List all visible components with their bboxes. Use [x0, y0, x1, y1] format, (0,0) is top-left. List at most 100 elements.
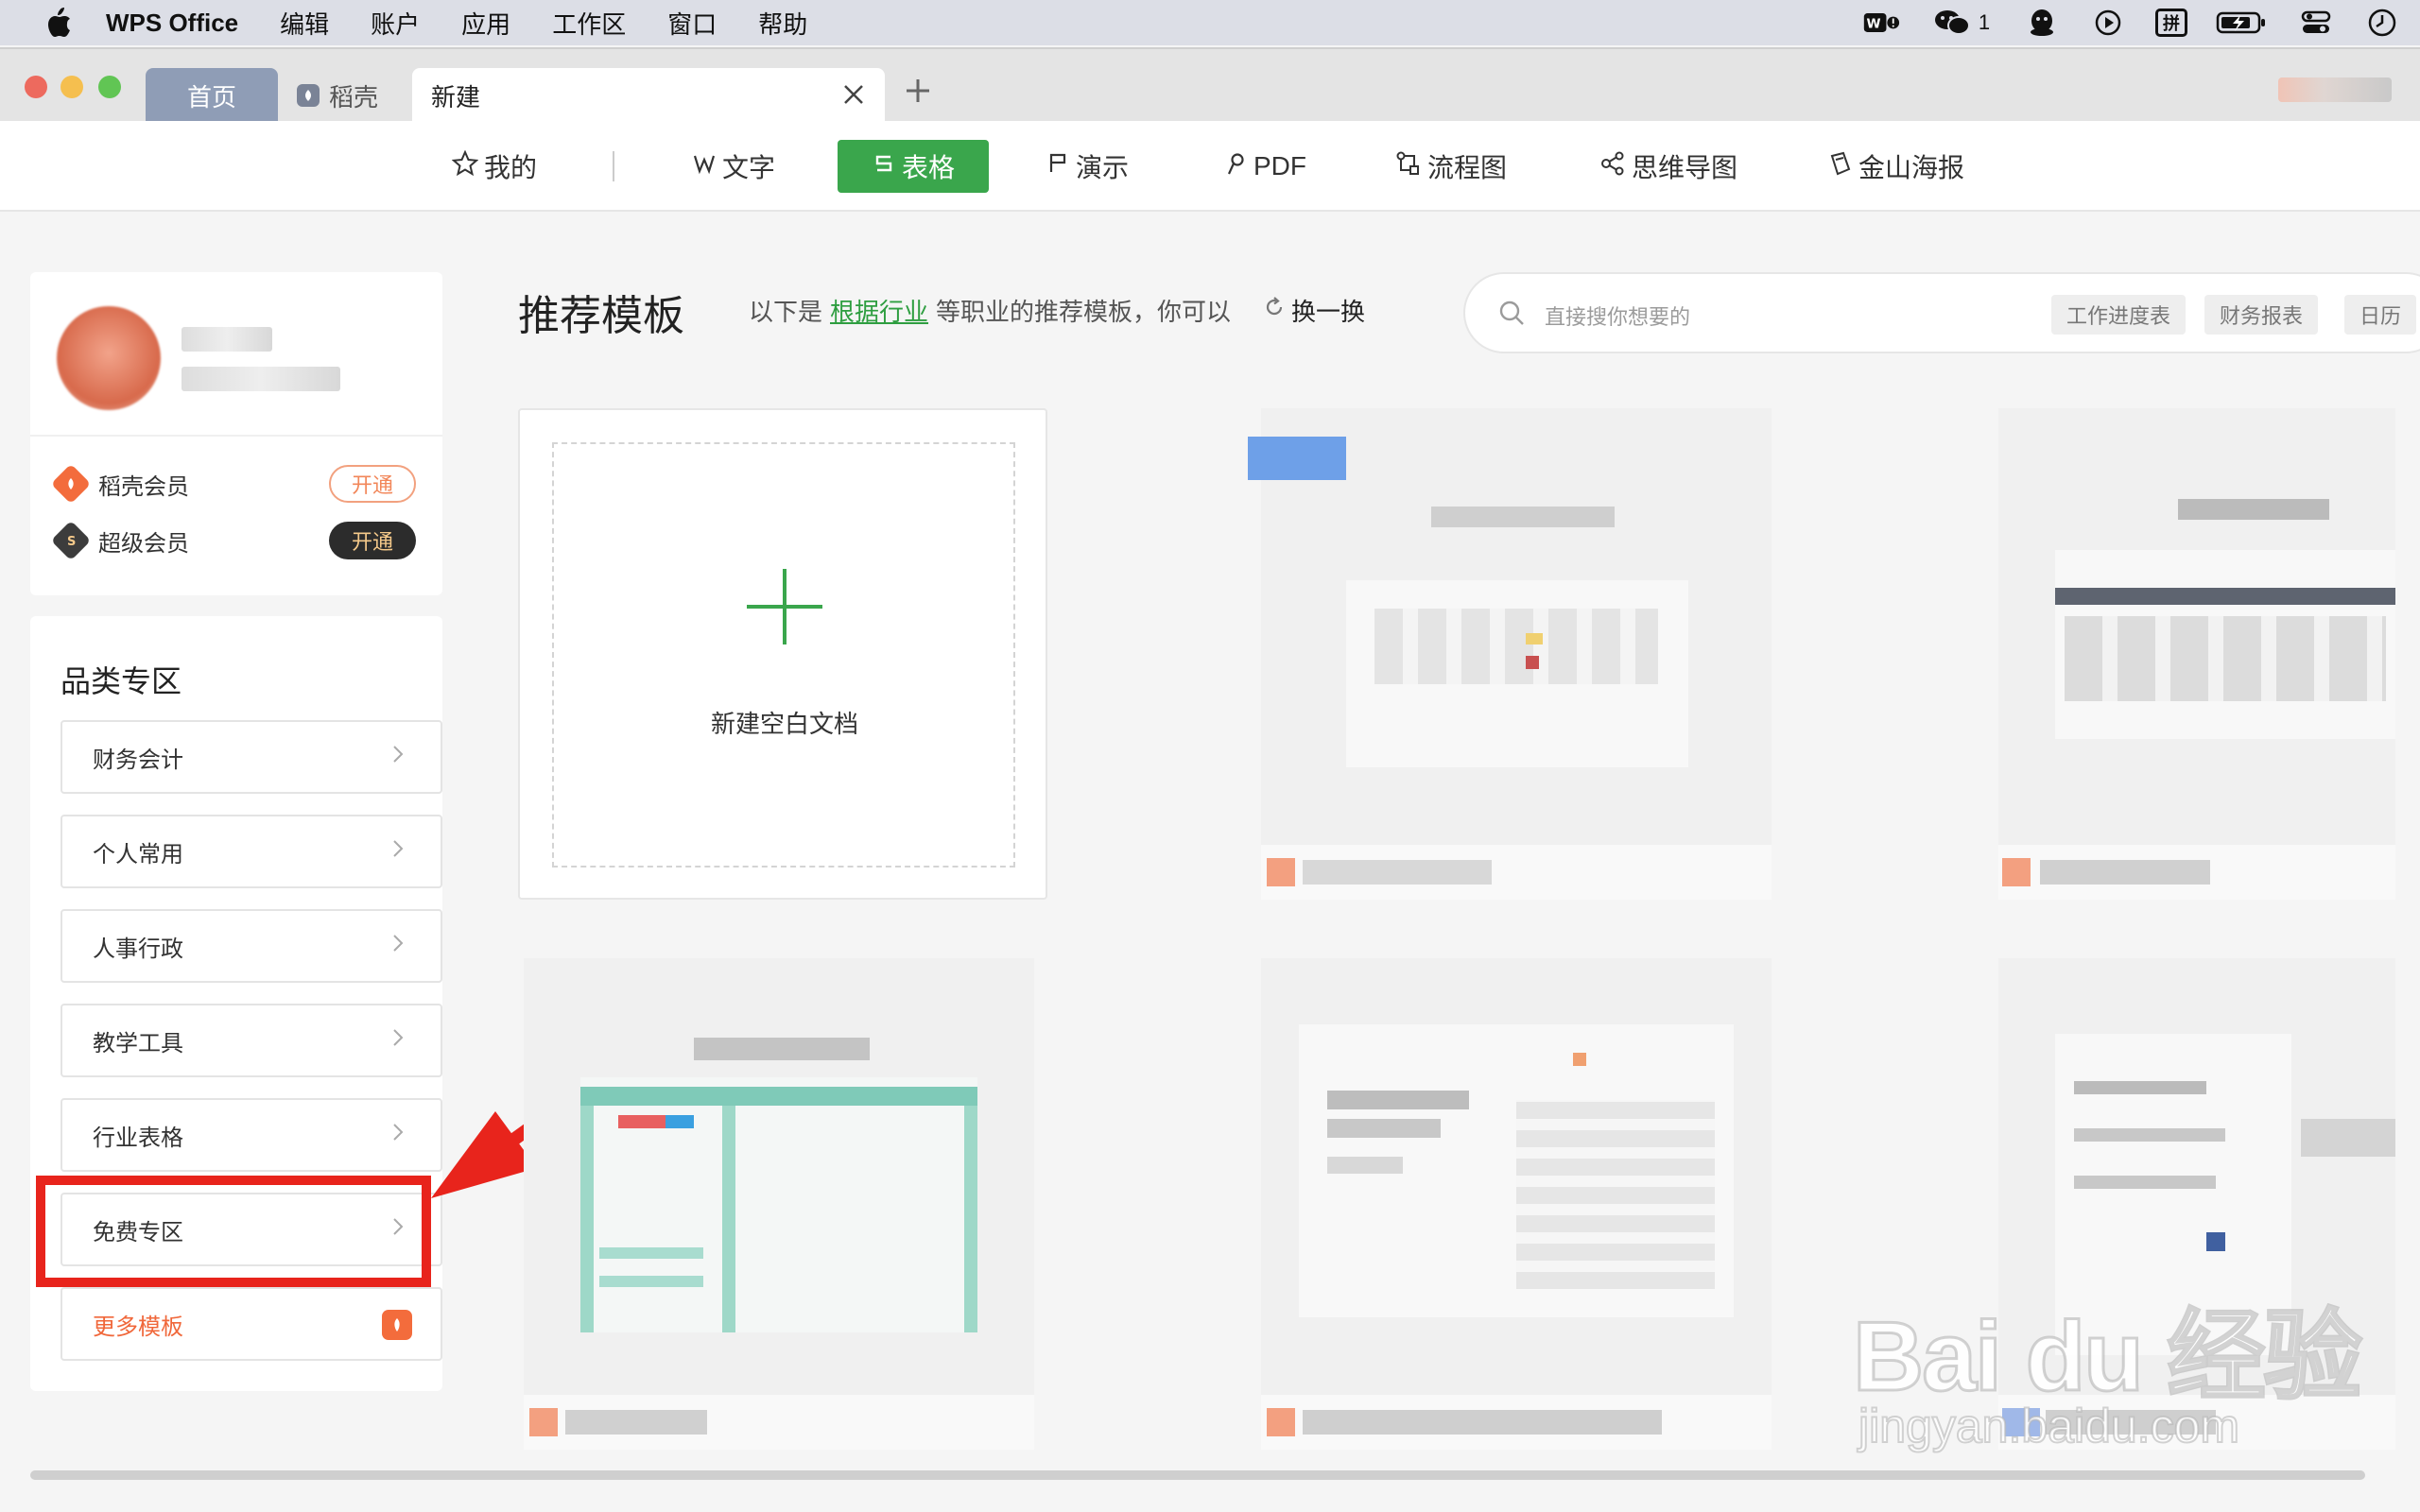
- super-member-row: S 超级会员 开通: [50, 520, 416, 561]
- sheet-icon: [872, 151, 896, 182]
- template-title-blurred: [2178, 499, 2329, 520]
- battery-icon[interactable]: [2216, 8, 2269, 38]
- category-industry[interactable]: 行业表格: [60, 1098, 442, 1172]
- profile-divider: [30, 435, 442, 437]
- tab-home[interactable]: 首页: [146, 68, 278, 123]
- template-title-blurred: [694, 1038, 870, 1060]
- category-label: 人事行政: [93, 936, 183, 962]
- svg-text:S: S: [67, 535, 76, 548]
- menu-workspace[interactable]: 工作区: [552, 6, 626, 41]
- wechat-icon[interactable]: 1: [1928, 8, 1995, 38]
- tab-daoke[interactable]: 稻壳: [284, 68, 405, 123]
- template-footer: [524, 1395, 1034, 1450]
- window-minimize-button[interactable]: [60, 76, 83, 98]
- menu-window[interactable]: 窗口: [667, 6, 717, 41]
- menu-help[interactable]: 帮助: [758, 6, 807, 41]
- tab-new-label: 新建: [431, 82, 481, 112]
- username-blurred: [182, 327, 272, 352]
- clock-icon[interactable]: [2363, 8, 2401, 38]
- input-method-icon[interactable]: 拼: [2155, 9, 2187, 37]
- nav-sheet-label: 表格: [902, 153, 956, 182]
- plus-icon: [747, 569, 822, 644]
- wechat-count: 1: [1978, 10, 1991, 34]
- window-zoom-button[interactable]: [98, 76, 121, 98]
- template-footer: [1261, 1395, 1772, 1450]
- daoke-member-row: 稻壳会员 开通: [50, 463, 416, 505]
- category-teaching[interactable]: 教学工具: [60, 1004, 442, 1077]
- search-input[interactable]: 直接搜你想要的: [1545, 301, 1690, 331]
- template-search[interactable]: 直接搜你想要的 工作进度表 财务报表 日历: [1463, 272, 2420, 353]
- watermark-brand: Bai du 经验: [1852, 1301, 2364, 1414]
- nav-slides-label: 演示: [1076, 153, 1130, 182]
- wps-status-icon[interactable]: W: [1862, 8, 1900, 38]
- nav-word[interactable]: 文字: [692, 140, 775, 193]
- svg-text:W: W: [1867, 16, 1881, 31]
- highlight-box-annotation: [36, 1176, 431, 1287]
- category-finance[interactable]: 财务会计: [60, 720, 442, 794]
- nav-flowchart[interactable]: 流程图: [1395, 140, 1507, 193]
- avatar[interactable]: [57, 306, 161, 410]
- search-tag-progress[interactable]: 工作进度表: [2051, 295, 2187, 335]
- daoke-icon: [297, 84, 320, 107]
- category-label: 个人常用: [93, 841, 183, 868]
- category-title: 品类专区: [60, 664, 182, 698]
- apple-icon[interactable]: [38, 2, 79, 43]
- app-name-menu[interactable]: WPS Office: [106, 9, 238, 38]
- template-card[interactable]: [524, 958, 1034, 1450]
- new-blank-document-card[interactable]: 新建空白文档: [518, 408, 1047, 900]
- daoke-member-icon: [50, 463, 92, 505]
- chevron-right-icon: [391, 932, 405, 961]
- nav-slides[interactable]: 演示: [1046, 140, 1129, 193]
- nav-divider: [613, 151, 614, 181]
- template-title-blurred: [1431, 507, 1615, 527]
- window-close-button[interactable]: [25, 76, 47, 98]
- add-tab-icon[interactable]: [904, 74, 932, 114]
- template-card[interactable]: [1248, 408, 1772, 900]
- more-templates-button[interactable]: 更多模板: [60, 1287, 442, 1361]
- menu-edit[interactable]: 编辑: [280, 6, 329, 41]
- close-tab-icon[interactable]: [839, 81, 868, 110]
- chevron-right-icon: [391, 1026, 405, 1056]
- daoke-member-open-button[interactable]: 开通: [329, 465, 416, 503]
- menu-apps[interactable]: 应用: [461, 6, 510, 41]
- template-preview: [1346, 580, 1688, 767]
- dashed-frame: [552, 442, 1015, 868]
- search-tag-finance[interactable]: 财务报表: [2204, 295, 2319, 335]
- template-card[interactable]: [1998, 408, 2395, 900]
- window-tab-bar: 首页 稻壳 新建: [0, 47, 2420, 123]
- template-card[interactable]: [1261, 958, 1772, 1450]
- profile-panel: 稻壳会员 开通 S 超级会员 开通: [30, 272, 442, 595]
- nav-poster[interactable]: 金山海报: [1826, 140, 1964, 193]
- recommend-subtitle: 以下是 根据行业 等职业的推荐模板，你可以 换一换: [749, 293, 1365, 328]
- refresh-icon: [1263, 296, 1286, 325]
- control-center-icon[interactable]: [2297, 8, 2335, 38]
- pdf-icon: [1223, 151, 1248, 182]
- daoke-badge-icon: [382, 1310, 412, 1340]
- industry-link[interactable]: 根据行业: [830, 293, 928, 328]
- super-member-label: 超级会员: [98, 530, 189, 557]
- category-personal[interactable]: 个人常用: [60, 815, 442, 888]
- template-preview: [580, 1077, 977, 1332]
- super-member-open-button[interactable]: 开通: [329, 522, 416, 559]
- poster-icon: [1826, 150, 1853, 183]
- nav-pdf-label: PDF: [1253, 151, 1306, 180]
- watermark-url: jingyan.baidu.com: [1858, 1399, 2240, 1453]
- super-member-icon: S: [50, 520, 92, 561]
- category-hr[interactable]: 人事行政: [60, 909, 442, 983]
- qq-icon[interactable]: [2023, 8, 2061, 38]
- nav-pdf[interactable]: PDF: [1223, 140, 1306, 193]
- play-circle-icon[interactable]: [2089, 8, 2127, 38]
- nav-flowchart-label: 流程图: [1427, 153, 1508, 182]
- nav-sheet[interactable]: 表格: [838, 140, 990, 193]
- nav-mine[interactable]: 我的: [451, 140, 537, 193]
- template-footer: [1261, 845, 1772, 900]
- menu-account[interactable]: 账户: [371, 6, 420, 41]
- user-id-blurred: [182, 367, 340, 391]
- search-tag-calendar[interactable]: 日历: [2344, 295, 2417, 335]
- tab-home-label: 首页: [186, 82, 236, 112]
- user-account-blurred[interactable]: [2278, 77, 2392, 102]
- refresh-button[interactable]: 换一换: [1263, 293, 1365, 328]
- document-type-nav: 我的 文字 表格 演示 PDF 流程图 思维导图 金山海报: [0, 121, 2420, 212]
- nav-mindmap[interactable]: 思维导图: [1599, 140, 1737, 193]
- tab-new[interactable]: 新建: [412, 68, 885, 123]
